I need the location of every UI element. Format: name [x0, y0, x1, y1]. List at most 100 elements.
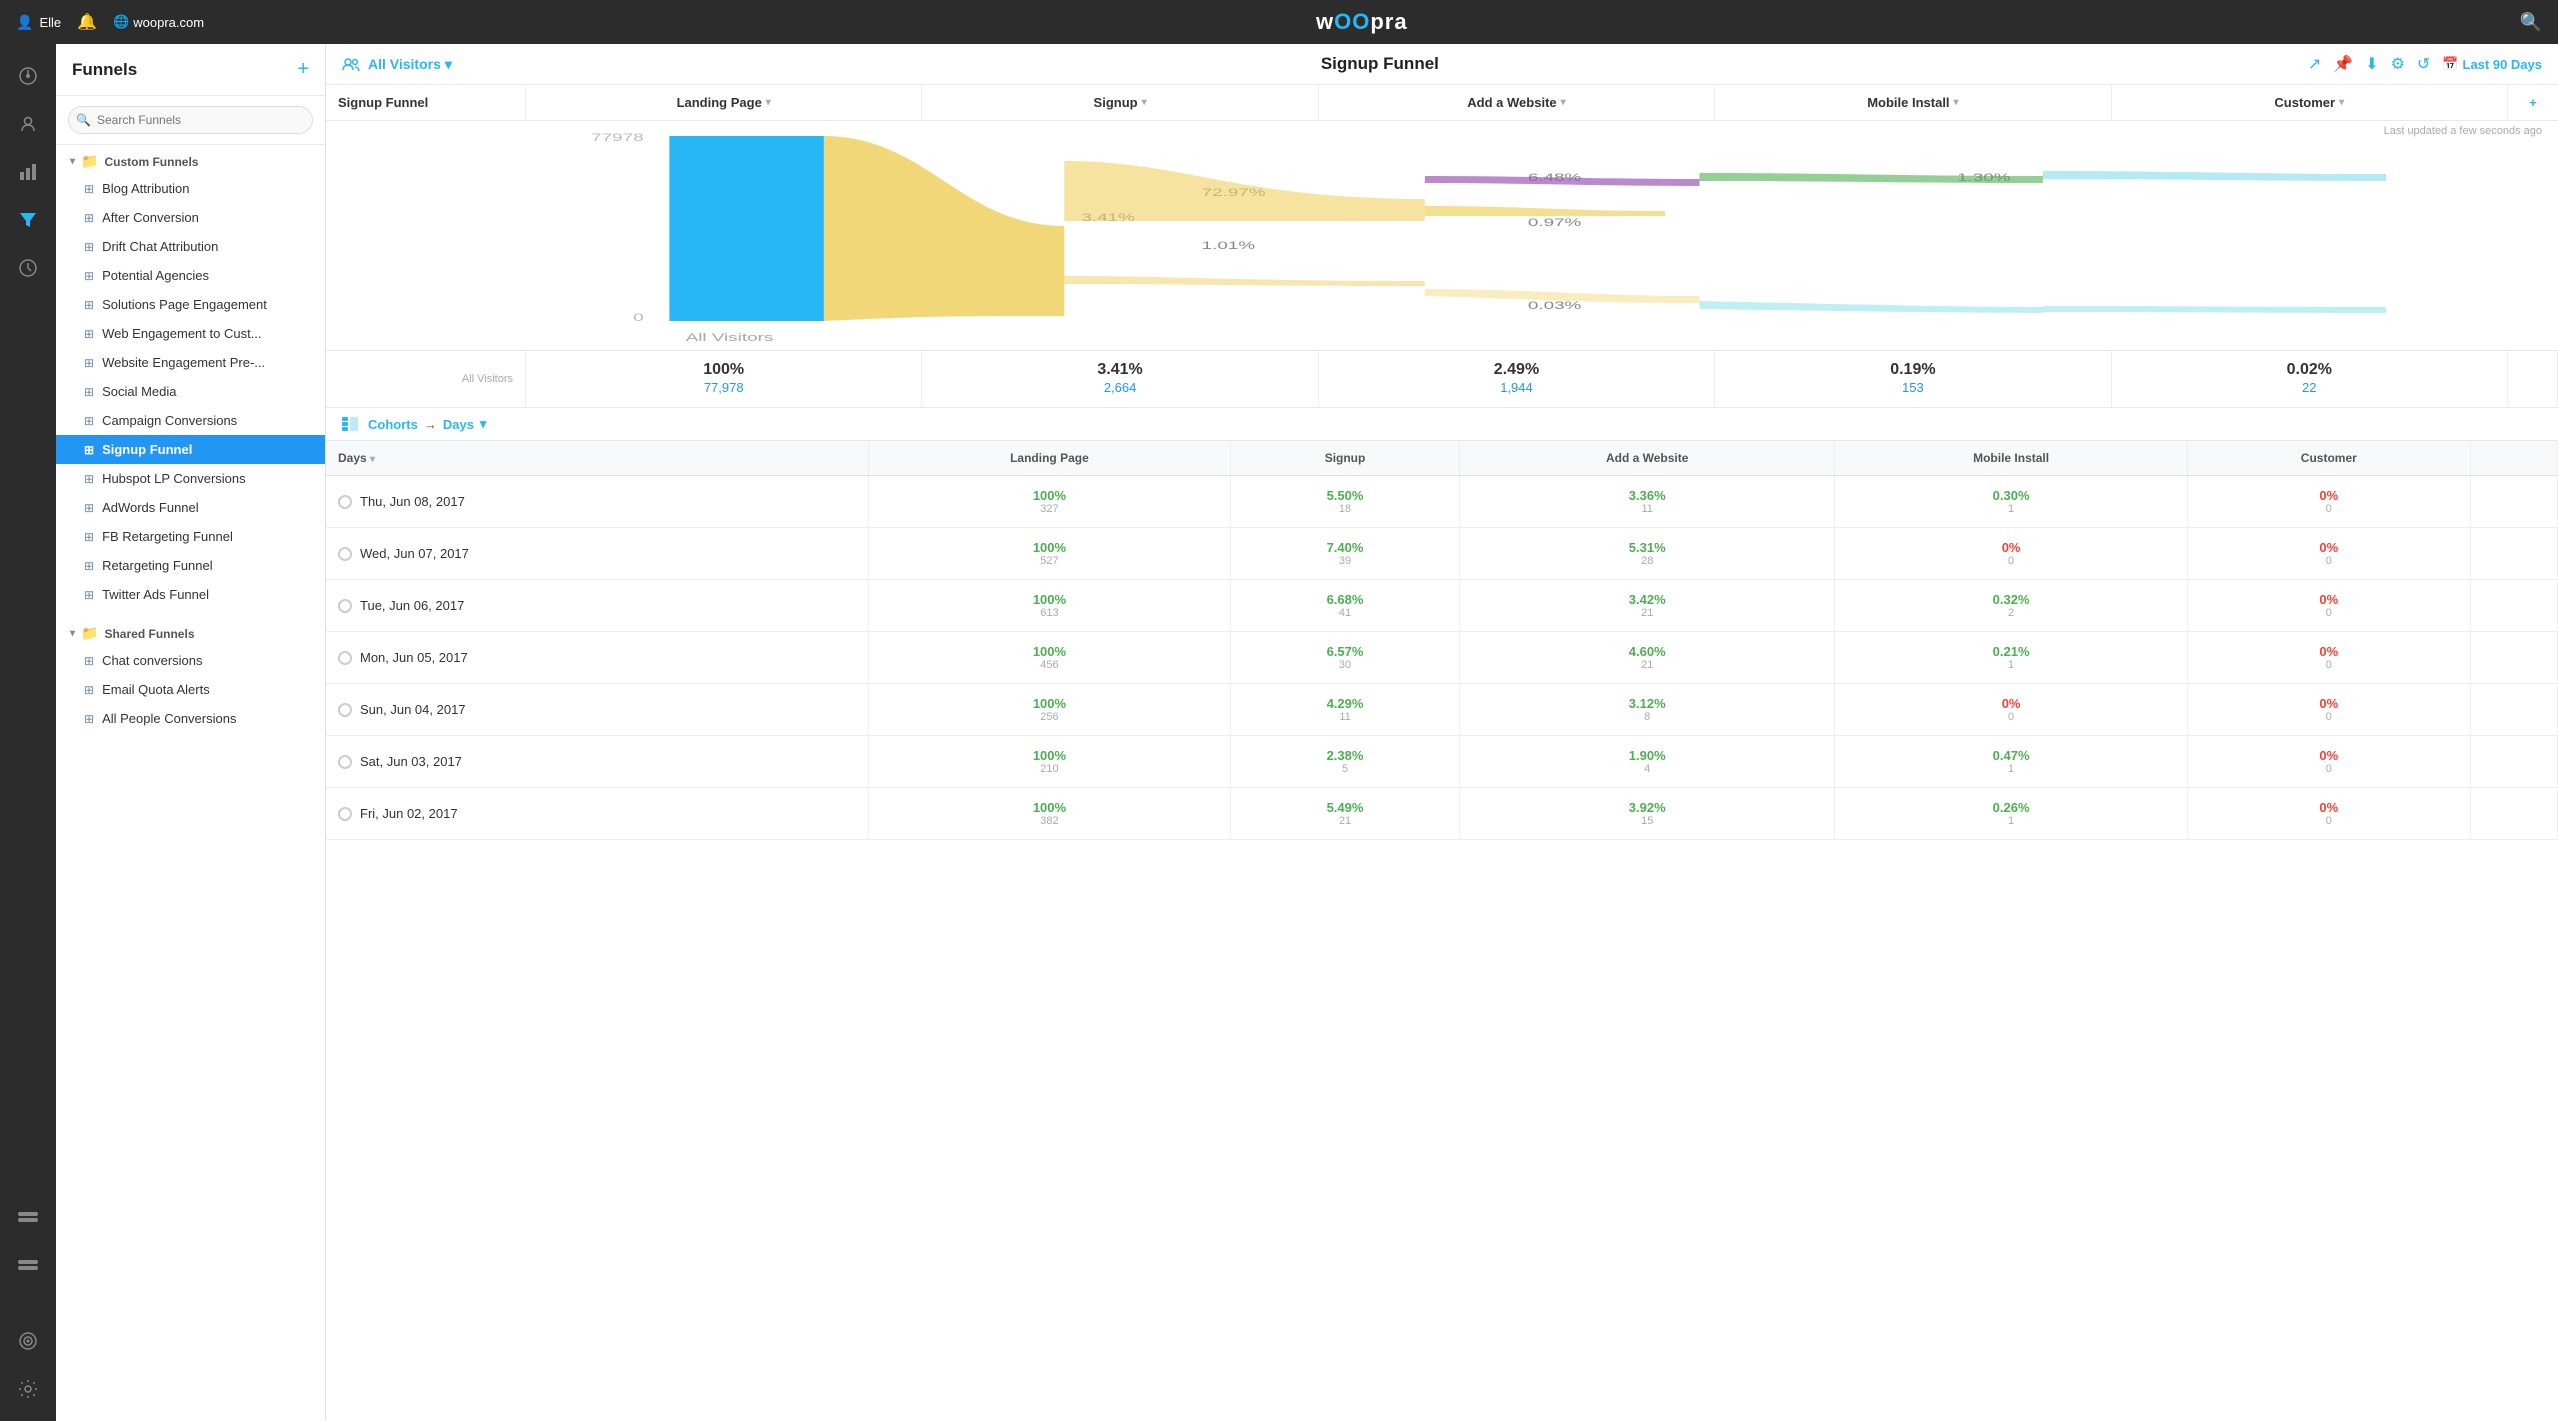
user-avatar[interactable]: 👤 Elle — [16, 14, 61, 31]
sidebar-item-label-active: Signup Funnel — [102, 442, 192, 457]
stat-mobile-install: 0.19% 153 — [1715, 351, 2111, 407]
funnel-item-icon: ⊞ — [84, 501, 94, 515]
add-column-button[interactable]: + — [2508, 85, 2558, 120]
sidebar-item-twitter-ads[interactable]: ⊞ Twitter Ads Funnel — [56, 580, 325, 609]
cell-percent: 4.29% — [1243, 696, 1447, 711]
funnel-item-icon: ⊞ — [84, 211, 94, 225]
cell-empty — [2470, 528, 2557, 580]
all-visitors-button[interactable]: All Visitors ▾ — [368, 56, 452, 73]
cell-count: 28 — [1472, 555, 1822, 567]
row-radio[interactable] — [338, 547, 352, 561]
sidebar-item-potential-agencies[interactable]: ⊞ Potential Agencies — [56, 261, 325, 290]
row-radio[interactable] — [338, 703, 352, 717]
sidebar-item-chat-conversions[interactable]: ⊞ Chat conversions — [56, 646, 325, 675]
bell-icon[interactable]: 🔔 — [77, 12, 97, 32]
cell-date[interactable]: Wed, Jun 07, 2017 — [326, 528, 868, 580]
data-table: Days ▾ Landing Page Signup Add a Website — [326, 441, 2558, 1421]
sidebar-item-email-quota[interactable]: ⊞ Email Quota Alerts — [56, 675, 325, 704]
sidebar-item-blog-attribution[interactable]: ⊞ Blog Attribution — [56, 174, 325, 203]
cell-date[interactable]: Sat, Jun 03, 2017 — [326, 736, 868, 788]
cell-date[interactable]: Tue, Jun 06, 2017 — [326, 580, 868, 632]
sidebar-item-campaign-conversions[interactable]: ⊞ Campaign Conversions — [56, 406, 325, 435]
toggle1-icon[interactable] — [8, 1197, 48, 1237]
funnel-item-icon: ⊞ — [84, 712, 94, 726]
cell-col-2: 3.12%8 — [1460, 684, 1835, 736]
row-radio[interactable] — [338, 807, 352, 821]
sidebar-item-website-engagement[interactable]: ⊞ Website Engagement Pre-... — [56, 348, 325, 377]
stat-count-customer: 22 — [2302, 380, 2316, 395]
realtime-icon[interactable] — [8, 248, 48, 288]
cell-percent: 0% — [1847, 696, 2175, 711]
col-signup[interactable]: Signup ▾ — [922, 85, 1318, 120]
cell-percent: 4.60% — [1472, 644, 1822, 659]
sidebar-item-social-media[interactable]: ⊞ Social Media — [56, 377, 325, 406]
cell-col-0: 100%527 — [868, 528, 1230, 580]
folder-icon-shared: 📁 — [81, 625, 98, 642]
date-range-button[interactable]: 📅 Last 90 Days — [2442, 56, 2542, 72]
sidebar-item-retargeting[interactable]: ⊞ Retargeting Funnel — [56, 551, 325, 580]
cell-col-0: 100%613 — [868, 580, 1230, 632]
row-radio[interactable] — [338, 599, 352, 613]
share-button[interactable]: ↗ — [2308, 54, 2321, 74]
cell-percent: 2.38% — [1243, 748, 1447, 763]
sidebar: Funnels + 🔍 ▾ 📁 Custom Funnels ⊞ Blog At… — [56, 44, 326, 1421]
add-funnel-button[interactable]: + — [297, 58, 309, 81]
cell-count: 382 — [881, 815, 1218, 827]
cell-date[interactable]: Fri, Jun 02, 2017 — [326, 788, 868, 840]
funnel-item-icon-active: ⊞ — [84, 443, 94, 457]
sidebar-item-drift-chat[interactable]: ⊞ Drift Chat Attribution — [56, 232, 325, 261]
cell-percent: 5.50% — [1243, 488, 1447, 503]
stat-customer: 0.02% 22 — [2112, 351, 2508, 407]
cell-empty — [2470, 788, 2557, 840]
sidebar-item-web-engagement[interactable]: ⊞ Web Engagement to Cust... — [56, 319, 325, 348]
analytics-icon[interactable] — [8, 152, 48, 192]
settings-icon[interactable] — [8, 1369, 48, 1409]
col-landing-page[interactable]: Landing Page ▾ — [526, 85, 922, 120]
funnel-icon[interactable] — [8, 200, 48, 240]
cell-percent: 6.68% — [1243, 592, 1447, 607]
sidebar-item-fb-retargeting[interactable]: ⊞ FB Retargeting Funnel — [56, 522, 325, 551]
col-customer[interactable]: Customer ▾ — [2112, 85, 2508, 120]
toggle2-icon[interactable] — [8, 1245, 48, 1285]
pin-button[interactable]: 📌 — [2333, 54, 2353, 74]
dashboard-icon[interactable] — [8, 56, 48, 96]
cell-percent: 3.12% — [1472, 696, 1822, 711]
cohorts-label[interactable]: Cohorts → Days ▾ — [368, 416, 486, 432]
th-mobile-install: Mobile Install — [1835, 441, 2188, 476]
cell-date[interactable]: Mon, Jun 05, 2017 — [326, 632, 868, 684]
people-icon[interactable] — [8, 104, 48, 144]
site-link[interactable]: 🌐 woopra.com — [113, 14, 204, 30]
cell-date[interactable]: Thu, Jun 08, 2017 — [326, 476, 868, 528]
row-radio[interactable] — [338, 495, 352, 509]
sidebar-item-signup-funnel[interactable]: ⊞ Signup Funnel — [56, 435, 325, 464]
sidebar-item-hubspot[interactable]: ⊞ Hubspot LP Conversions — [56, 464, 325, 493]
funnel-item-icon: ⊞ — [84, 683, 94, 697]
row-radio[interactable] — [338, 755, 352, 769]
cell-count: 613 — [881, 607, 1218, 619]
sidebar-item-all-people[interactable]: ⊞ All People Conversions — [56, 704, 325, 733]
sidebar-item-solutions[interactable]: ⊞ Solutions Page Engagement — [56, 290, 325, 319]
table-header: Days ▾ Landing Page Signup Add a Website — [326, 441, 2558, 476]
target-icon[interactable] — [8, 1321, 48, 1361]
settings-button[interactable]: ⚙ — [2391, 54, 2405, 74]
search-input[interactable] — [68, 106, 313, 134]
refresh-button[interactable]: ↺ — [2417, 54, 2430, 74]
th-days[interactable]: Days ▾ — [326, 441, 868, 476]
funnel-item-icon: ⊞ — [84, 654, 94, 668]
sidebar-item-adwords[interactable]: ⊞ AdWords Funnel — [56, 493, 325, 522]
cell-percent: 0.32% — [1847, 592, 2175, 607]
custom-funnels-header[interactable]: ▾ 📁 Custom Funnels — [56, 145, 325, 174]
funnel-table: Days ▾ Landing Page Signup Add a Website — [326, 441, 2558, 840]
col-add-website[interactable]: Add a Website ▾ — [1319, 85, 1715, 120]
row-radio[interactable] — [338, 651, 352, 665]
col-signup-funnel: Signup Funnel — [326, 85, 526, 120]
cell-percent: 6.57% — [1243, 644, 1447, 659]
col-mobile-install[interactable]: Mobile Install ▾ — [1715, 85, 2111, 120]
table-row: Fri, Jun 02, 2017100%3825.49%213.92%150.… — [326, 788, 2558, 840]
sidebar-item-label: Website Engagement Pre-... — [102, 355, 265, 370]
sidebar-item-after-conversion[interactable]: ⊞ After Conversion — [56, 203, 325, 232]
download-button[interactable]: ⬇ — [2365, 54, 2378, 74]
cell-date[interactable]: Sun, Jun 04, 2017 — [326, 684, 868, 736]
shared-funnels-header[interactable]: ▾ 📁 Shared Funnels — [56, 617, 325, 646]
search-icon[interactable]: 🔍 — [2520, 12, 2542, 33]
